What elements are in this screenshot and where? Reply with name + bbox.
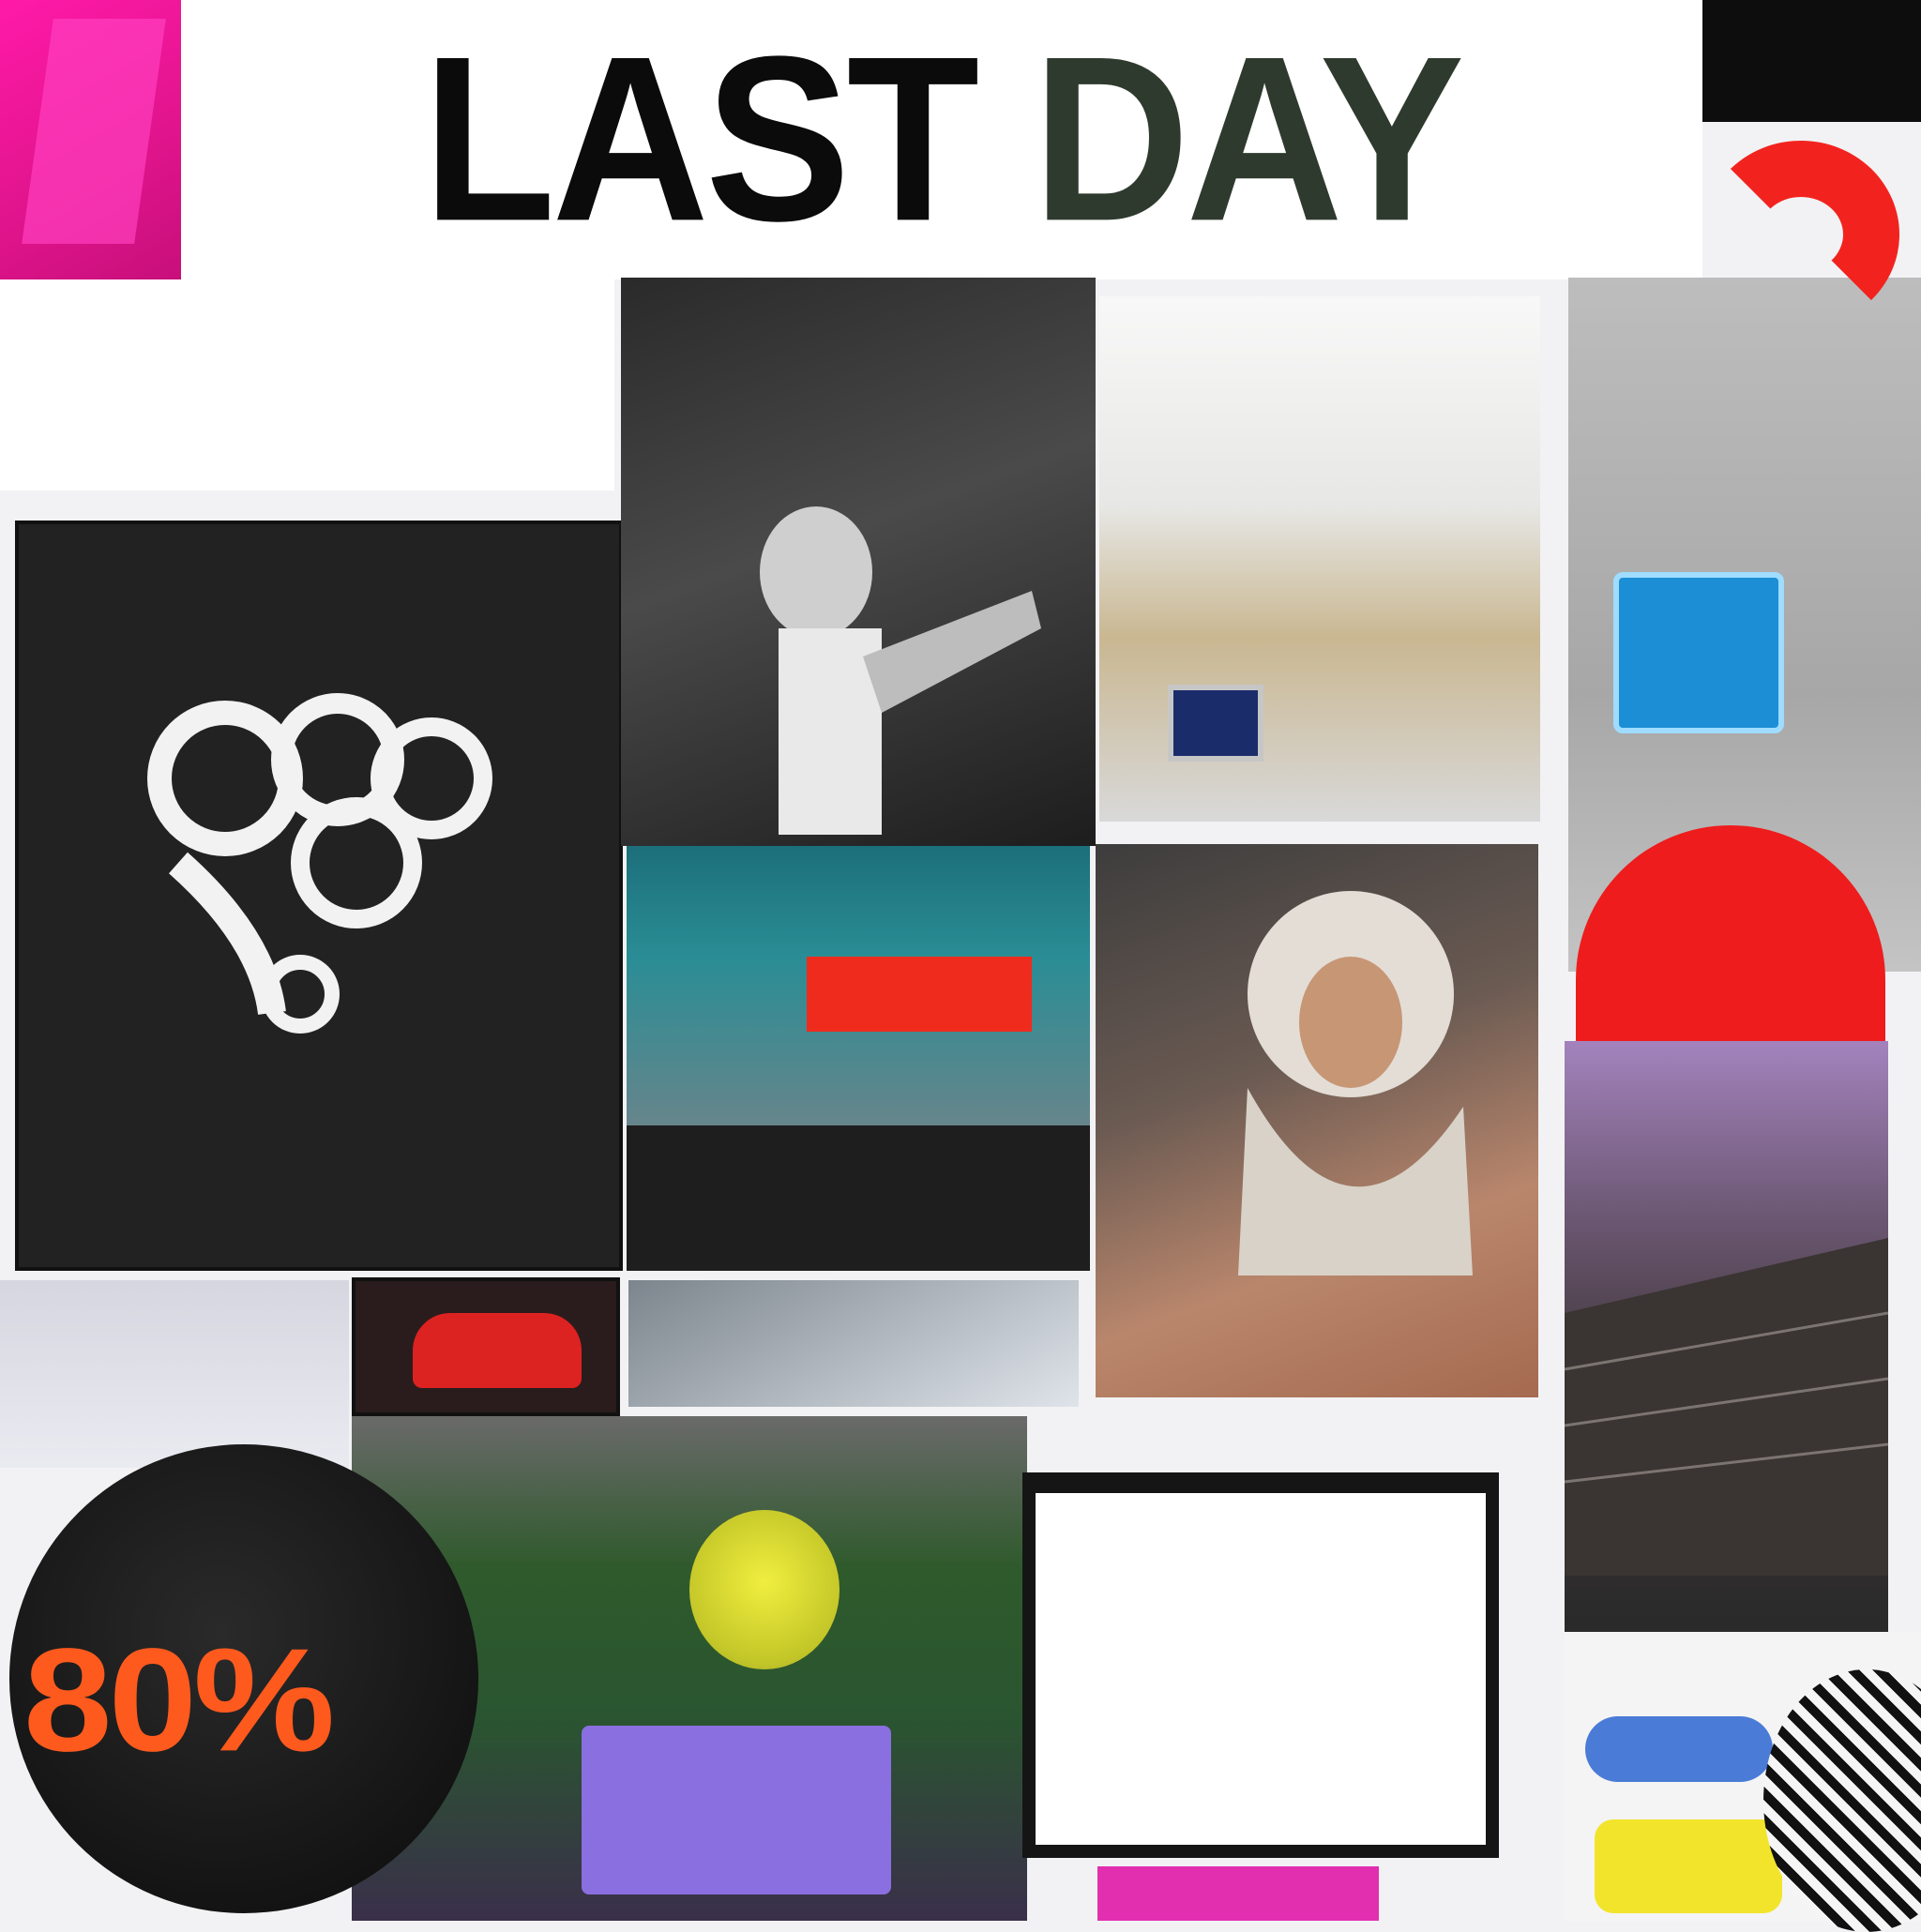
monitor-shape (1168, 685, 1263, 762)
top-right-strip (1702, 0, 1921, 122)
grey-photo (628, 1280, 1079, 1407)
red-arc-shape (1702, 141, 1899, 328)
yellow-sun-shape (689, 1510, 839, 1669)
collage-letters-panel (0, 279, 614, 491)
headline-bar: LAST DAY (181, 0, 1702, 279)
headline: LAST DAY (423, 22, 1465, 258)
neon-blue-shape (1585, 1716, 1773, 1782)
neon-yellow-shape (1595, 1819, 1782, 1913)
red-car-shape (413, 1313, 582, 1388)
notice-board (1022, 1472, 1499, 1858)
poster-graphic (147, 693, 492, 1034)
headline-word-2: DAY (1032, 8, 1465, 271)
building-shape (1565, 1238, 1888, 1576)
purple-vehicle-shape (582, 1726, 891, 1894)
dark-strip (627, 1125, 1090, 1271)
sky-strip (0, 1280, 349, 1468)
kitchen-photo (1099, 296, 1540, 822)
blue-sign-shape (1613, 572, 1784, 733)
magenta-strip (1097, 1866, 1379, 1921)
headline-word-1: LAST (422, 8, 980, 271)
portrait-figure (1238, 891, 1473, 1275)
red-seat-shape (807, 957, 1032, 1032)
bw-figure (760, 506, 1041, 835)
discount-value: 80% (23, 1618, 335, 1783)
